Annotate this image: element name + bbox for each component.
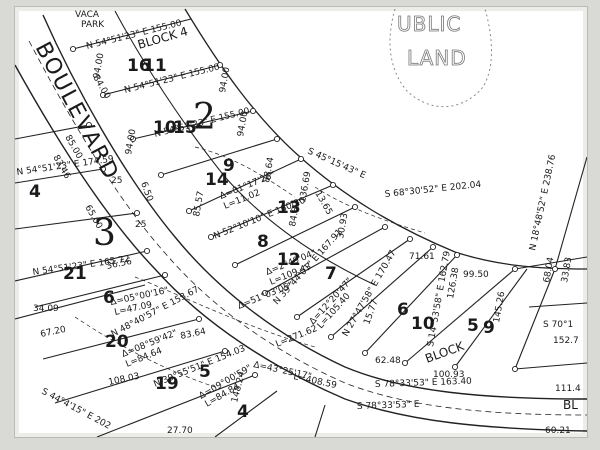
bearing-text: S 44°4'15" E 202 [40,387,113,432]
distance-text: 152.7 [553,336,579,346]
bearing-text: S 78°33'53" E [357,400,420,412]
distance-text: 27.70 [167,426,193,436]
distance-text: 34.09 [33,304,59,314]
bearing-text: N 18°48'52" E 238.76 [528,153,558,251]
lot-number: 4 [237,402,249,422]
distance-text: 68.04 [542,256,556,283]
curve-annotations: Δ=01°17'26" L=11.02 Δ=2°49'04" L=109.43 … [110,170,355,409]
lot-number: 5 [467,316,479,336]
distance-text: 25 [111,176,122,186]
distance-text: 62.48 [375,356,401,366]
lot-number: 7 [325,264,337,284]
distance-text: 13.65 [312,190,334,217]
distance-text: 67.20 [40,325,68,340]
public-land-line-1: UBLIC [397,12,461,36]
bearing-text: S 70°1 [543,320,573,330]
plat-map-drawing: UBLIC LAND BOULEVARD 2 3 BLOCK 4 BLOCK 1… [15,8,587,437]
distance-text: 25 [135,220,146,230]
viewer-frame: UBLIC LAND BOULEVARD 2 3 BLOCK 4 BLOCK 1… [0,0,600,450]
lot-number: 11 [143,56,167,76]
distance-text: 84.00 [90,74,112,102]
curve-length: L=408.59 [292,372,337,391]
distance-text: 94.00 [124,128,138,155]
distance-text: 108.03 [108,372,141,388]
bl-text: BL [563,398,578,412]
bearing-text: S 68°30'52" E 202.04 [384,180,482,200]
public-land-line-2: LAND [407,46,467,70]
distance-text: 33.83 [560,256,574,283]
public-land-label: UBLIC LAND [397,12,467,71]
distance-text: 100.93 [433,370,465,380]
distance-text: 111.4 [555,384,581,394]
distance-text: 145.26 [492,291,507,324]
lot-number: 8 [257,232,269,252]
lot-number: 6 [397,300,409,320]
bearing-text: S 45°15'43" E [306,147,368,182]
distance-text: 71.61 [409,252,435,262]
vaca-text: VACA [75,10,100,20]
distance-text: 83.64 [180,327,208,342]
distance-text: 85.57 [192,190,206,217]
distance-text: 99.50 [463,270,489,280]
lot-number: 4 [29,182,41,202]
distance-text: 60.21 [545,426,571,436]
park-text: PARK [81,20,105,30]
distance-text: 136.69 [298,171,313,204]
distance-text: 30.93 [336,212,350,239]
lot-number: 9 [223,156,235,176]
plat-map-sheet: UBLIC LAND BOULEVARD 2 3 BLOCK 4 BLOCK 1… [14,6,588,438]
